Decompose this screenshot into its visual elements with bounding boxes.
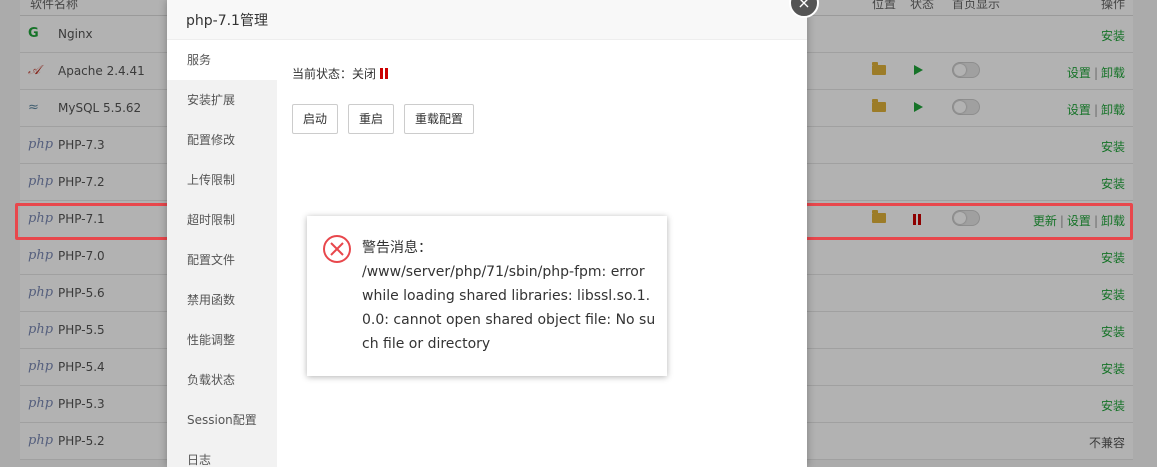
service-panel: 当前状态：关闭 启动 重启 重载配置 [292, 65, 484, 134]
alert-message: /www/server/php/71/sbin/php-fpm: error w… [362, 264, 656, 352]
sidebar-item-service[interactable]: 服务 [167, 40, 277, 80]
sidebar-item-performance[interactable]: 性能调整 [167, 320, 277, 360]
start-button[interactable]: 启动 [292, 104, 339, 134]
sidebar-item-upload-limit[interactable]: 上传限制 [167, 160, 277, 200]
status-label: 当前状态：关闭 [292, 67, 377, 81]
sidebar-item-config-edit[interactable]: 配置修改 [167, 120, 277, 160]
service-buttons: 启动 重启 重载配置 [292, 104, 484, 134]
sidebar-item-timeout-limit[interactable]: 超时限制 [167, 200, 277, 240]
restart-button[interactable]: 重启 [348, 104, 395, 134]
error-circle-icon [323, 235, 351, 263]
sidebar-item-install-ext[interactable]: 安装扩展 [167, 80, 277, 120]
sidebar-item-config-file[interactable]: 配置文件 [167, 240, 277, 280]
sidebar-item-load-status[interactable]: 负载状态 [167, 360, 277, 400]
warning-alert: 警告消息： /www/server/php/71/sbin/php-fpm: e… [307, 216, 667, 376]
sidebar-item-disabled-functions[interactable]: 禁用函数 [167, 280, 277, 320]
dialog-title: php-7.1管理 [167, 0, 807, 40]
alert-message-block: 警告消息： /www/server/php/71/sbin/php-fpm: e… [362, 236, 657, 356]
sidebar-item-session-config[interactable]: Session配置 [167, 400, 277, 440]
stopped-status-icon [380, 68, 389, 79]
current-status: 当前状态：关闭 [292, 65, 484, 82]
sidebar-item-logs[interactable]: 日志 [167, 440, 277, 467]
reload-config-button[interactable]: 重载配置 [404, 104, 475, 134]
dialog-sidebar: 服务 安装扩展 配置修改 上传限制 超时限制 配置文件 禁用函数 性能调整 负载… [167, 40, 277, 467]
alert-title: 警告消息： [362, 240, 432, 256]
